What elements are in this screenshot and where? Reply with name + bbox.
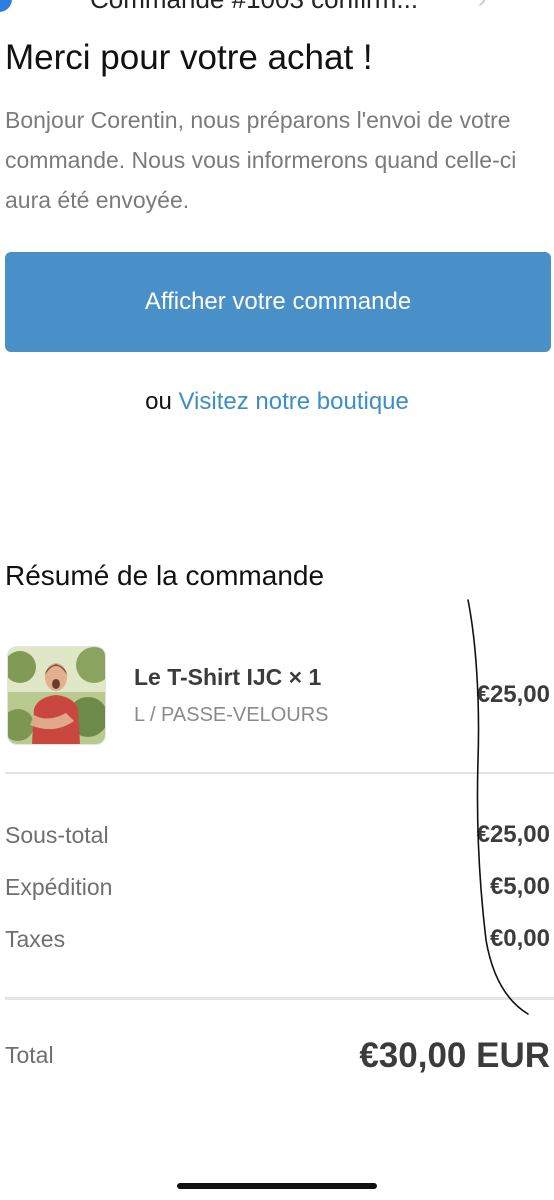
intro-text: Bonjour Corentin, nous préparons l'envoi…	[5, 107, 517, 213]
top-bar: Commande #1003 confirm... ›	[0, 0, 554, 14]
chevron-icon[interactable]: ›	[478, 0, 486, 14]
total-value: €30,00 EUR	[359, 1036, 550, 1075]
product-thumbnail	[7, 646, 106, 745]
subtotal-value: €25,00	[476, 821, 550, 848]
product-name: Le T-Shirt IJC × 1	[134, 664, 322, 690]
or-text: ou	[145, 388, 172, 415]
visit-shop-link[interactable]: Visitez notre boutique	[178, 388, 408, 415]
home-indicator[interactable]	[177, 1183, 377, 1189]
view-order-button[interactable]: Afficher votre commande	[5, 252, 551, 352]
taxes-value: €0,00	[489, 925, 550, 952]
page-title: Merci pour votre achat !	[5, 38, 373, 77]
subtotal-label: Sous-total	[5, 822, 109, 848]
taxes-label: Taxes	[5, 926, 66, 952]
divider	[5, 997, 554, 1000]
product-price: €25,00	[476, 681, 550, 708]
divider	[5, 772, 554, 774]
email-subject: Commande #1003 confirm...	[90, 0, 418, 14]
app-icon	[0, 0, 12, 12]
total-label: Total	[5, 1042, 54, 1068]
alternative-line: ou Visitez notre boutique	[0, 388, 554, 416]
shipping-label: Expédition	[5, 874, 113, 900]
shipping-value: €5,00	[489, 873, 550, 900]
product-variant: L / PASSE-VELOURS	[134, 704, 329, 726]
product-photo	[8, 647, 105, 744]
order-summary-title: Résumé de la commande	[5, 560, 325, 591]
